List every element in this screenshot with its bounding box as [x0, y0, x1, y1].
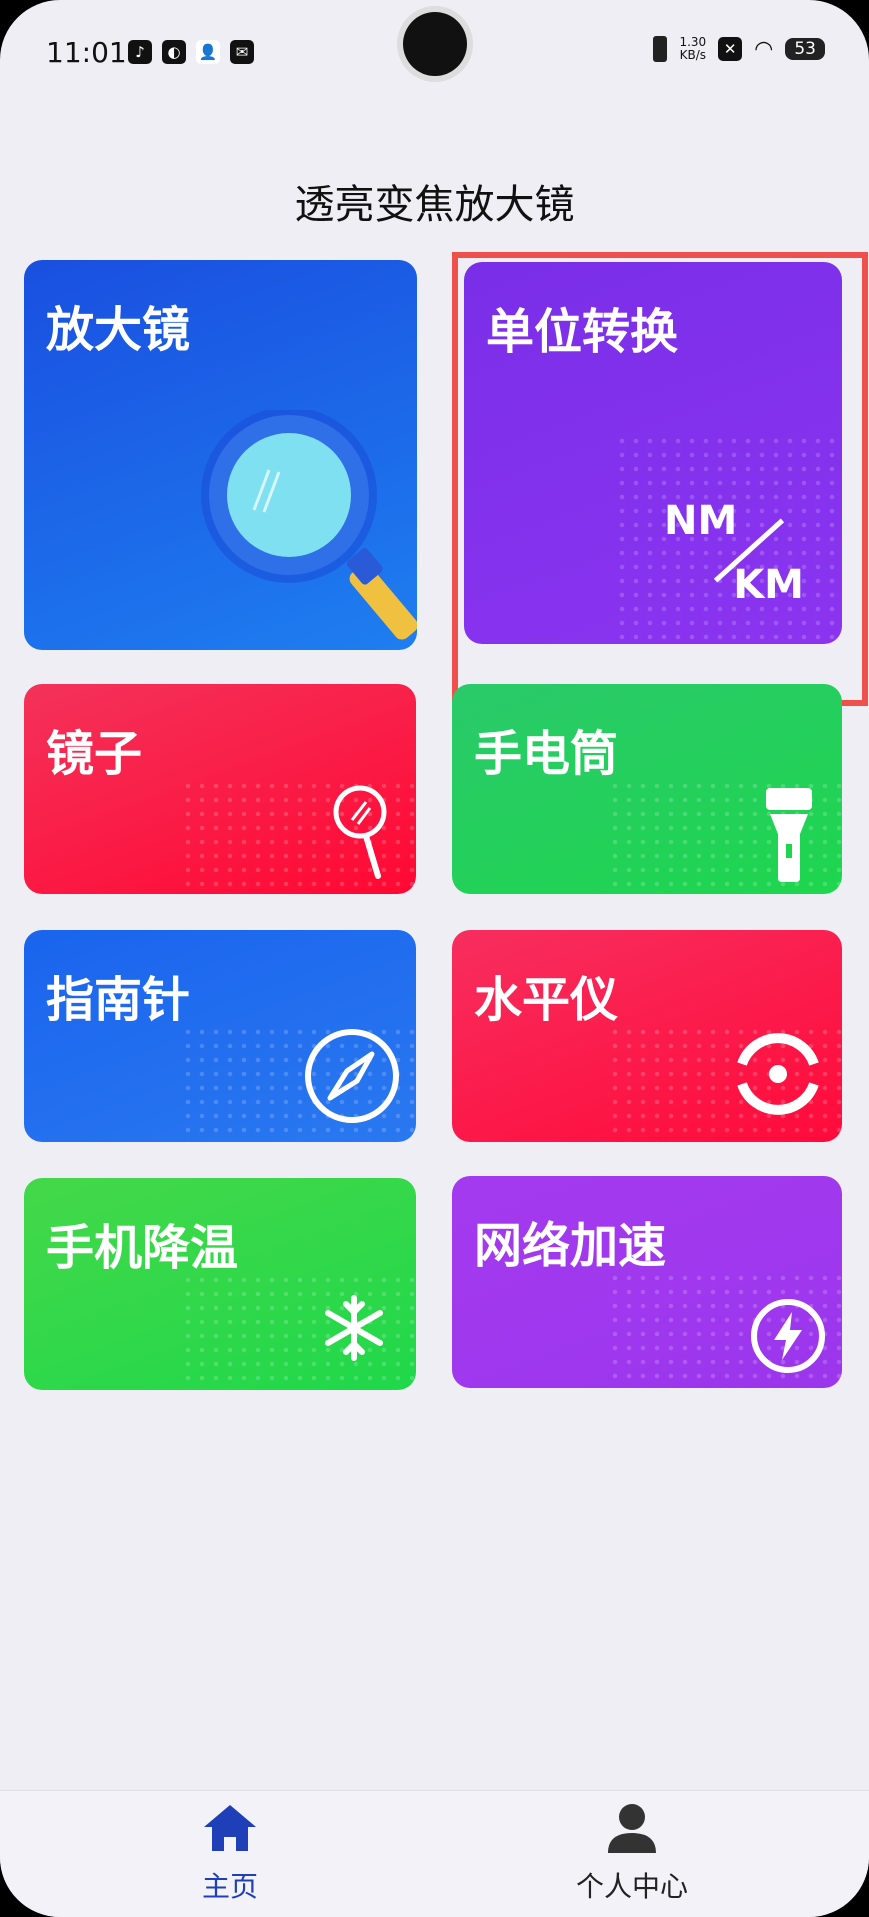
notification-icons: ♪ ◐ 👤 ✉ — [128, 40, 254, 64]
tile-magnifier[interactable]: 放大镜 — [24, 260, 417, 650]
tile-label: 放大镜 — [46, 302, 191, 358]
status-time: 11:01 — [46, 36, 127, 69]
message-icon: ✉ — [230, 40, 254, 64]
network-speed: 1.30 KB/s — [679, 36, 706, 62]
level-icon — [737, 1033, 819, 1115]
tile-compass[interactable]: 指南针 — [24, 930, 416, 1142]
page-title: 透亮变焦放大镜 — [294, 182, 575, 228]
compass-icon — [305, 1029, 399, 1123]
network-speed-unit: KB/s — [679, 48, 706, 62]
nav-home[interactable]: 主页 — [130, 1801, 330, 1905]
app-notification-icon: ◐ — [162, 40, 186, 64]
status-right-icons: 1.30 KB/s ✕ ◠ 53 — [653, 36, 825, 62]
tile-label: 指南针 — [46, 972, 191, 1028]
snowflake-icon — [325, 1295, 383, 1361]
person-icon — [608, 1804, 656, 1853]
tile-label: 镜子 — [46, 726, 143, 782]
tile-label: 网络加速 — [474, 1218, 667, 1274]
status-bar: 11:01 ♪ ◐ 👤 ✉ 1.30 KB/s ✕ ◠ 53 — [0, 0, 869, 110]
bottom-navigation: 主页 个人中心 — [0, 1790, 869, 1917]
mirror-icon — [333, 785, 387, 879]
home-icon — [204, 1805, 256, 1851]
account-icon: 👤 — [196, 40, 220, 64]
nav-profile[interactable]: 个人中心 — [532, 1801, 732, 1905]
front-camera — [403, 12, 467, 76]
battery-indicator: 53 — [785, 38, 825, 60]
tiktok-icon: ♪ — [128, 40, 152, 64]
lightning-icon — [751, 1299, 825, 1373]
vibrate-icon — [653, 36, 668, 62]
tile-label: 手机降温 — [46, 1220, 239, 1276]
phone-screen: 11:01 ♪ ◐ 👤 ✉ 1.30 KB/s ✕ ◠ 53 透亮变焦放大镜 放… — [0, 0, 869, 1917]
nav-home-label: 主页 — [201, 1870, 258, 1903]
tile-level[interactable]: 水平仪 — [452, 930, 842, 1142]
highlight-box — [452, 252, 868, 706]
tile-mirror[interactable]: 镜子 — [24, 684, 416, 894]
tile-label: 手电筒 — [474, 726, 619, 782]
tile-network-boost[interactable]: 网络加速 — [452, 1176, 842, 1388]
flashlight-icon — [766, 788, 812, 882]
tile-flashlight[interactable]: 手电筒 — [452, 684, 842, 894]
magnifier-icon — [201, 410, 417, 640]
wifi-icon: ◠ — [754, 36, 774, 62]
nav-profile-label: 个人中心 — [575, 1870, 688, 1903]
no-sim-icon: ✕ — [718, 37, 743, 61]
tile-phone-cooling[interactable]: 手机降温 — [24, 1178, 416, 1390]
tile-label: 水平仪 — [474, 972, 619, 1028]
